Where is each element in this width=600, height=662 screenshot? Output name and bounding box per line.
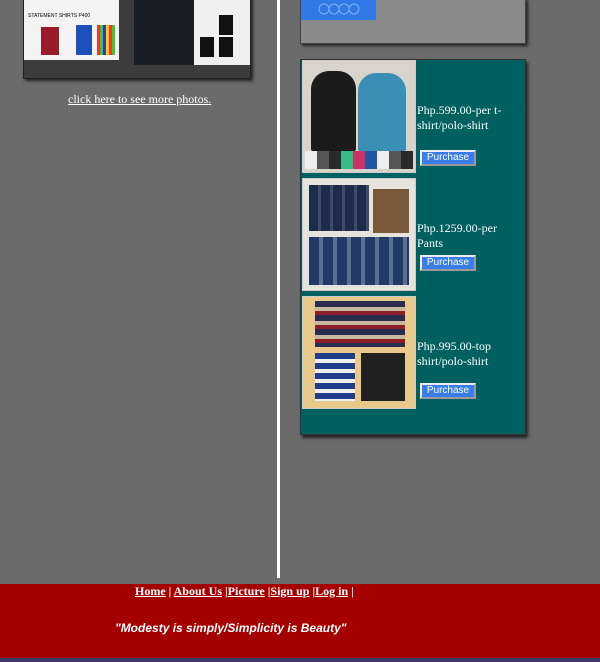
product-image-pants[interactable]: [302, 178, 416, 291]
promo-card: [194, 0, 250, 65]
column-divider: [277, 0, 280, 578]
footer-strip: [0, 658, 600, 662]
purchase-button[interactable]: Purchase: [420, 150, 476, 166]
footer: Home | About Us |Picture |Sign up |Log i…: [0, 584, 600, 662]
nav-sign-up[interactable]: Sign up: [270, 584, 309, 598]
tshirt-model: [358, 73, 406, 151]
promo-card: STATEMENT SHIRTS P400: [24, 0, 119, 60]
shirt-swatch: [76, 25, 92, 55]
more-photos-link-text: click here to see more photos.: [68, 92, 212, 106]
nav-about-us[interactable]: About Us: [174, 584, 222, 598]
more-photos-link[interactable]: click here to see more photos.: [68, 92, 211, 107]
nav-picture[interactable]: Picture: [228, 584, 265, 598]
product-price: Php.599.00-per t-shirt/polo-shirt: [417, 103, 502, 132]
shirt-swatch: [219, 37, 233, 57]
shirt-swatch: [219, 15, 233, 35]
promo-caption: STATEMENT SHIRTS P400: [28, 13, 91, 19]
nav-home[interactable]: Home: [135, 584, 166, 598]
pattern-icon: [318, 3, 360, 15]
purchase-button[interactable]: Purchase: [420, 383, 476, 399]
color-chart: [97, 25, 115, 55]
shirt-swatch: [200, 37, 214, 57]
product-price: Php.1259.00-per Pants: [417, 221, 497, 250]
product-image-polo[interactable]: [302, 296, 416, 409]
model-photo: [134, 0, 194, 65]
purchase-button[interactable]: Purchase: [420, 255, 476, 271]
shirt-colors: [305, 151, 413, 169]
polo-shirt: [361, 353, 405, 401]
shirts-promo-image: STATEMENT SHIRTS P400: [23, 0, 251, 79]
pants-models: [309, 237, 409, 285]
polo-models: [315, 301, 405, 347]
polo-shirt: [315, 353, 355, 401]
pants-stack: [309, 185, 369, 231]
product-price: Php.995.00-top shirt/polo-shirt: [417, 339, 492, 368]
nav-log-in[interactable]: Log in: [315, 584, 348, 598]
pants-stack: [373, 189, 409, 233]
shirt-swatch: [41, 27, 59, 55]
hoodie-model: [311, 71, 356, 151]
product-image-shirts[interactable]: [302, 60, 416, 173]
slogan: "Modesty is simply/Simplicity is Beauty": [115, 621, 347, 635]
top-right-panel: [300, 0, 526, 44]
products-panel: Php.599.00-per t-shirt/polo-shirt Purcha…: [300, 59, 526, 435]
footer-nav: Home | About Us |Picture |Sign up |Log i…: [135, 584, 354, 598]
banner-image: [301, 0, 376, 20]
